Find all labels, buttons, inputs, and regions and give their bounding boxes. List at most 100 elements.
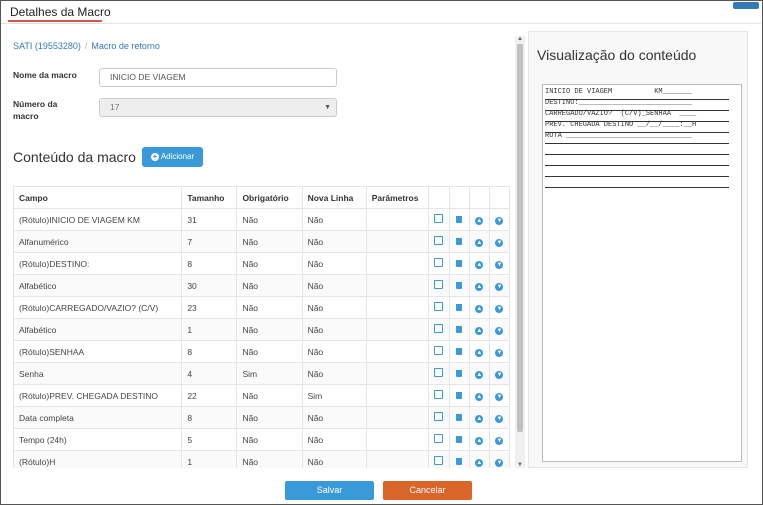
trash-icon[interactable] — [448, 450, 470, 468]
trash-icon[interactable] — [448, 384, 470, 407]
trash-icon[interactable] — [448, 406, 470, 429]
edit-icon[interactable] — [427, 384, 450, 407]
scroll-up-icon[interactable]: ▲ — [517, 36, 523, 42]
arrow-down-circle-icon[interactable]: ▼ — [488, 230, 511, 253]
edit-icon[interactable] — [427, 230, 450, 253]
dialog-title: Detalhes da Macro — [10, 5, 111, 19]
edit-icon[interactable] — [427, 208, 450, 231]
edit-icon[interactable] — [427, 362, 450, 385]
edit-icon[interactable] — [427, 252, 450, 275]
arrow-up-circle-icon[interactable]: ▲ — [468, 340, 490, 363]
cell-nova-linha: Não — [301, 296, 367, 319]
cell-nova-linha: Não — [301, 274, 367, 297]
arrow-up-circle-icon[interactable]: ▲ — [468, 450, 490, 468]
cell-nova-linha: Não — [301, 230, 367, 253]
arrow-down-circle-icon[interactable]: ▼ — [488, 384, 511, 407]
nome-macro-input[interactable]: INICIO DE VIAGEM — [99, 68, 337, 87]
cell-campo: (Rótulo)PREV. CHEGADA DESTINO — [12, 384, 183, 407]
arrow-up-circle-icon[interactable]: ▲ — [468, 406, 490, 429]
cell-parametros — [365, 208, 429, 231]
breadcrumb-item-macro[interactable]: Macro de retorno — [91, 41, 160, 51]
dialog-titlebar: Detalhes da Macro — [1, 1, 761, 24]
cell-campo: (Rótulo)CARREGADO/VAZIO? (C/V) — [12, 296, 183, 319]
content-section-title: Conteúdo da macro — [13, 149, 136, 165]
trash-icon[interactable] — [448, 252, 470, 275]
trash-icon[interactable] — [448, 428, 470, 451]
cell-tamanho: 7 — [181, 230, 238, 253]
save-button[interactable]: Salvar — [285, 481, 374, 500]
cell-obrigatorio: Não — [236, 340, 303, 363]
breadcrumb: SATI (19553280) / Macro de retorno — [13, 41, 160, 51]
breadcrumb-item-sati[interactable]: SATI (19553280) — [13, 41, 81, 51]
vertical-scrollbar[interactable]: ▲ ▼ — [515, 36, 525, 468]
col-header-nova-linha[interactable]: Nova Linha — [301, 186, 367, 209]
scrollbar-thumb[interactable] — [517, 44, 523, 432]
cell-obrigatorio: Não — [236, 274, 303, 297]
arrow-down-circle-icon[interactable]: ▼ — [488, 208, 511, 231]
arrow-up-circle-icon[interactable]: ▲ — [468, 208, 490, 231]
arrow-up-circle-icon[interactable]: ▲ — [468, 274, 490, 297]
numero-macro-select[interactable]: 17 ▼ — [99, 98, 337, 117]
arrow-down-circle-icon[interactable]: ▼ — [488, 450, 511, 468]
cell-parametros — [365, 318, 429, 341]
cell-campo: (Rótulo)INICIO DE VIAGEM KM — [12, 208, 183, 231]
trash-icon[interactable] — [448, 208, 470, 231]
col-header-parametros[interactable]: Parâmetros — [365, 186, 429, 209]
cell-nova-linha: Não — [301, 450, 367, 468]
arrow-up-circle-icon[interactable]: ▲ — [468, 296, 490, 319]
arrow-down-circle-icon[interactable]: ▼ — [488, 296, 511, 319]
arrow-up-circle-icon[interactable]: ▲ — [468, 362, 490, 385]
numero-macro-label-line1: Número da — [13, 99, 58, 109]
arrow-up-circle-icon[interactable]: ▲ — [468, 252, 490, 275]
col-header-obrigatorio[interactable]: Obrigatório — [236, 186, 303, 209]
numero-macro-label: Número da macro — [13, 98, 57, 122]
edit-icon[interactable] — [427, 406, 450, 429]
cell-tamanho: 1 — [181, 450, 238, 468]
trash-icon[interactable] — [448, 340, 470, 363]
arrow-down-circle-icon[interactable]: ▼ — [488, 428, 511, 451]
cell-parametros — [365, 340, 429, 363]
cell-tamanho: 1 — [181, 318, 238, 341]
edit-icon[interactable] — [427, 340, 450, 363]
trash-icon[interactable] — [448, 230, 470, 253]
trash-icon[interactable] — [448, 274, 470, 297]
cell-obrigatorio: Sim — [236, 362, 303, 385]
arrow-down-circle-icon[interactable]: ▼ — [488, 274, 511, 297]
arrow-down-circle-icon[interactable]: ▼ — [488, 252, 511, 275]
cell-campo: Alfanumérico — [12, 230, 183, 253]
cell-tamanho: 8 — [181, 340, 238, 363]
arrow-down-circle-icon[interactable]: ▼ — [488, 340, 511, 363]
edit-icon[interactable] — [427, 274, 450, 297]
edit-icon[interactable] — [427, 318, 450, 341]
arrow-up-circle-icon[interactable]: ▲ — [468, 428, 490, 451]
col-header-campo[interactable]: Campo — [12, 186, 183, 209]
cell-campo: (Rótulo)SENHAA — [12, 340, 183, 363]
arrow-down-circle-icon[interactable]: ▼ — [488, 406, 511, 429]
cell-parametros — [365, 428, 429, 451]
arrow-up-circle-icon[interactable]: ▲ — [468, 230, 490, 253]
edit-icon[interactable] — [427, 450, 450, 468]
cell-tamanho: 31 — [181, 208, 238, 231]
table-header-row: Campo Tamanho Obrigatório Nova Linha Par… — [12, 186, 511, 209]
cell-tamanho: 8 — [181, 406, 238, 429]
edit-icon[interactable] — [427, 296, 450, 319]
trash-icon[interactable] — [448, 296, 470, 319]
cell-parametros — [365, 230, 429, 253]
arrow-up-circle-icon[interactable]: ▲ — [468, 318, 490, 341]
edit-icon[interactable] — [427, 428, 450, 451]
table-row: (Rótulo)DESTINO: 8 Não Não ▲ ▼ — [12, 252, 511, 275]
col-header-tamanho[interactable]: Tamanho — [181, 186, 238, 209]
add-field-button[interactable]: + Adicionar — [142, 147, 203, 167]
arrow-up-circle-icon[interactable]: ▲ — [468, 384, 490, 407]
table-row: Alfabético 1 Não Não ▲ ▼ — [12, 318, 511, 341]
trash-icon[interactable] — [448, 362, 470, 385]
trash-icon[interactable] — [448, 318, 470, 341]
cancel-button[interactable]: Cancelar — [383, 481, 472, 500]
cell-parametros — [365, 252, 429, 275]
table-row: (Rótulo)H 1 Não Não ▲ ▼ — [12, 450, 511, 468]
arrow-down-circle-icon[interactable]: ▼ — [488, 318, 511, 341]
table-row: Tempo (24h) 5 Não Não ▲ ▼ — [12, 428, 511, 451]
arrow-down-circle-icon[interactable]: ▼ — [488, 362, 511, 385]
scroll-down-icon[interactable]: ▼ — [517, 462, 523, 468]
cell-obrigatorio: Não — [236, 406, 303, 429]
